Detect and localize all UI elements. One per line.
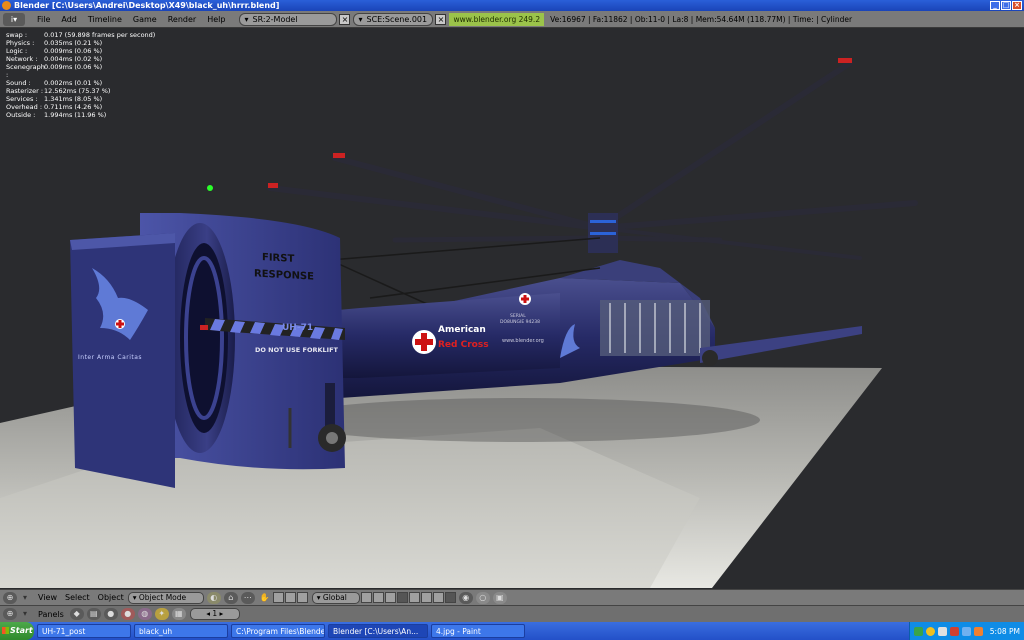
warning-text: DO NOT USE FORKLIFT xyxy=(255,346,338,354)
lock-icon[interactable]: ◉ xyxy=(458,591,473,604)
tray-update-icon[interactable] xyxy=(973,626,983,636)
blender-app-icon xyxy=(2,1,11,10)
layer-2-button[interactable] xyxy=(372,592,384,603)
menu-select[interactable]: Select xyxy=(65,593,90,602)
windows-logo-icon xyxy=(2,627,9,634)
fin-motto: Inter Arma Caritas xyxy=(78,354,143,361)
info-header: i▾ File Add Timeline Game Render Help ▾ S… xyxy=(0,11,1024,28)
profiler-row: Rasterizer :12.562ms (75.37 %) xyxy=(6,87,111,95)
scene-stats: Ve:16967 | Fa:11862 | Ob:11-0 | La:8 | M… xyxy=(550,14,853,24)
snapshot-icon[interactable]: ▣ xyxy=(492,591,507,604)
scene-selector[interactable]: ▾ SCE:Scene.001 xyxy=(353,12,434,26)
profiler-row: Logic :0.009ms (0.06 %) xyxy=(6,47,103,55)
tail-code: UH-71 xyxy=(282,323,314,333)
frame-counter[interactable]: ◂ 1 ▸ xyxy=(189,608,240,620)
logic-icon[interactable]: ◆ xyxy=(69,608,84,620)
layer-8-button[interactable] xyxy=(444,592,456,603)
serial-label: SERIAL xyxy=(510,314,526,319)
stub-wing xyxy=(700,326,862,363)
org-text-american: American xyxy=(438,325,486,335)
menu-game[interactable]: Game xyxy=(133,15,157,24)
tray-shield-icon[interactable] xyxy=(913,626,923,636)
menu-object[interactable]: Object xyxy=(98,593,124,602)
object-icon[interactable]: ● xyxy=(120,608,135,620)
fan-text-first: FIRST xyxy=(262,252,295,265)
tray-network-icon[interactable] xyxy=(937,626,947,636)
pivot-icon[interactable]: ⌂ xyxy=(223,591,238,604)
render-icon[interactable]: ○ xyxy=(475,591,490,604)
draw-type-icon[interactable]: ◐ xyxy=(206,591,221,604)
collapse-menu-icon[interactable]: ▾ xyxy=(20,592,30,604)
scene-icon[interactable]: ✦ xyxy=(154,608,169,620)
delete-screen-icon[interactable]: × xyxy=(339,13,351,25)
manipulator-scale-icon[interactable] xyxy=(296,592,308,603)
window-title: Blender [C:\Users\Andrei\Desktop\X49\bla… xyxy=(14,1,280,10)
window-type-button[interactable]: i▾ xyxy=(3,12,25,26)
close-button[interactable]: × xyxy=(1012,1,1022,10)
minimize-button[interactable]: _ xyxy=(990,1,1000,10)
system-tray: 5:08 PM xyxy=(908,622,1024,640)
maximize-button[interactable]: □ xyxy=(1001,1,1011,10)
collapse-menu-icon-2[interactable]: ▾ xyxy=(20,608,30,620)
window-title-bar: Blender [C:\Users\Andrei\Desktop\X49\bla… xyxy=(0,0,1024,11)
task-uh71-post[interactable]: UH-71_post xyxy=(37,624,131,638)
menu-file[interactable]: File xyxy=(37,15,50,24)
task-paint[interactable]: 4.jpg - Paint xyxy=(431,624,525,638)
clock: 5:08 PM xyxy=(989,626,1020,636)
buttons-header: ⊕ ▾ Panels ◆ ▤ ● ● ◍ ✦ ▦ ◂ 1 ▸ xyxy=(0,605,1024,622)
profiler-readout: swap :0.017 (59.898 frames per second) P… xyxy=(6,31,155,119)
profiler-row: Services :1.341ms (8.05 %) xyxy=(6,95,103,103)
shading-icon[interactable]: ● xyxy=(103,608,118,620)
3d-viewport[interactable]: swap :0.017 (59.898 frames per second) P… xyxy=(0,28,1024,589)
tray-app-icon[interactable] xyxy=(949,626,959,636)
hand-icon[interactable]: ✋ xyxy=(258,592,272,604)
layer-3-button[interactable] xyxy=(384,592,396,603)
start-button[interactable]: Start xyxy=(0,622,34,640)
delete-scene-icon[interactable]: × xyxy=(435,13,447,25)
layer-7-button[interactable] xyxy=(432,592,444,603)
panels-label[interactable]: Panels xyxy=(38,610,64,619)
profiler-row: Outside :1.994ms (11.96 %) xyxy=(6,111,107,119)
profiler-row: swap :0.017 (59.898 frames per second) xyxy=(6,31,156,39)
screen-selector[interactable]: ▾ SR:2-Model xyxy=(239,12,338,26)
profiler-row: Physics :0.035ms (0.21 %) xyxy=(6,39,103,47)
layer-5-button[interactable] xyxy=(408,592,420,603)
task-black-uh[interactable]: black_uh xyxy=(134,624,228,638)
menu-add[interactable]: Add xyxy=(61,15,77,24)
profiler-row: Sound :0.002ms (0.01 %) xyxy=(6,79,103,87)
3d-view-header: ⊕ ▾ View Select Object ▾ Object Mode ◐ ⌂… xyxy=(0,589,1024,605)
editor-type-icon-2[interactable]: ⊕ xyxy=(3,608,17,620)
profiler-row: Overhead :0.711ms (4.26 %) xyxy=(6,103,103,111)
serial-number: DO8UNGIE 94238 xyxy=(500,320,540,325)
orientation-selector[interactable]: ▾ Global xyxy=(311,591,360,604)
layers-icon[interactable]: ⋯ xyxy=(240,591,255,604)
mode-selector[interactable]: ▾ Object Mode xyxy=(127,591,204,604)
profiler-row: Network :0.004ms (0.02 %) xyxy=(6,55,103,63)
menu-help[interactable]: Help xyxy=(207,15,225,24)
physics-icon[interactable]: ◍ xyxy=(137,608,152,620)
task-program-files[interactable]: C:\Program Files\Blender... xyxy=(231,624,325,638)
task-blender[interactable]: Blender [C:\Users\An... xyxy=(328,624,428,638)
tray-smiley-icon[interactable] xyxy=(925,626,935,636)
org-text-red-cross: Red Cross xyxy=(438,340,489,350)
menu-view[interactable]: View xyxy=(38,593,57,602)
main-menu: File Add Timeline Game Render Help xyxy=(37,15,236,24)
menu-render[interactable]: Render xyxy=(168,15,196,24)
manipulator-rotate-icon[interactable] xyxy=(284,592,296,603)
layer-4-button[interactable] xyxy=(396,592,408,603)
world-icon[interactable]: ▦ xyxy=(171,608,186,620)
windows-taskbar: Start UH-71_post black_uh C:\Program Fil… xyxy=(0,622,1024,640)
site-text: www.blender.org xyxy=(502,338,544,344)
layer-6-button[interactable] xyxy=(420,592,432,603)
menu-timeline[interactable]: Timeline xyxy=(88,15,122,24)
layer-1-button[interactable] xyxy=(360,592,372,603)
manipulator-translate-icon[interactable] xyxy=(272,592,284,603)
script-icon[interactable]: ▤ xyxy=(86,608,101,620)
tray-volume-icon[interactable] xyxy=(961,626,971,636)
blender-url[interactable]: www.blender.org 249.2 xyxy=(449,12,545,26)
profiler-row: Scenegraph :0.009ms (0.06 %) xyxy=(6,63,103,79)
editor-type-icon[interactable]: ⊕ xyxy=(3,591,17,604)
